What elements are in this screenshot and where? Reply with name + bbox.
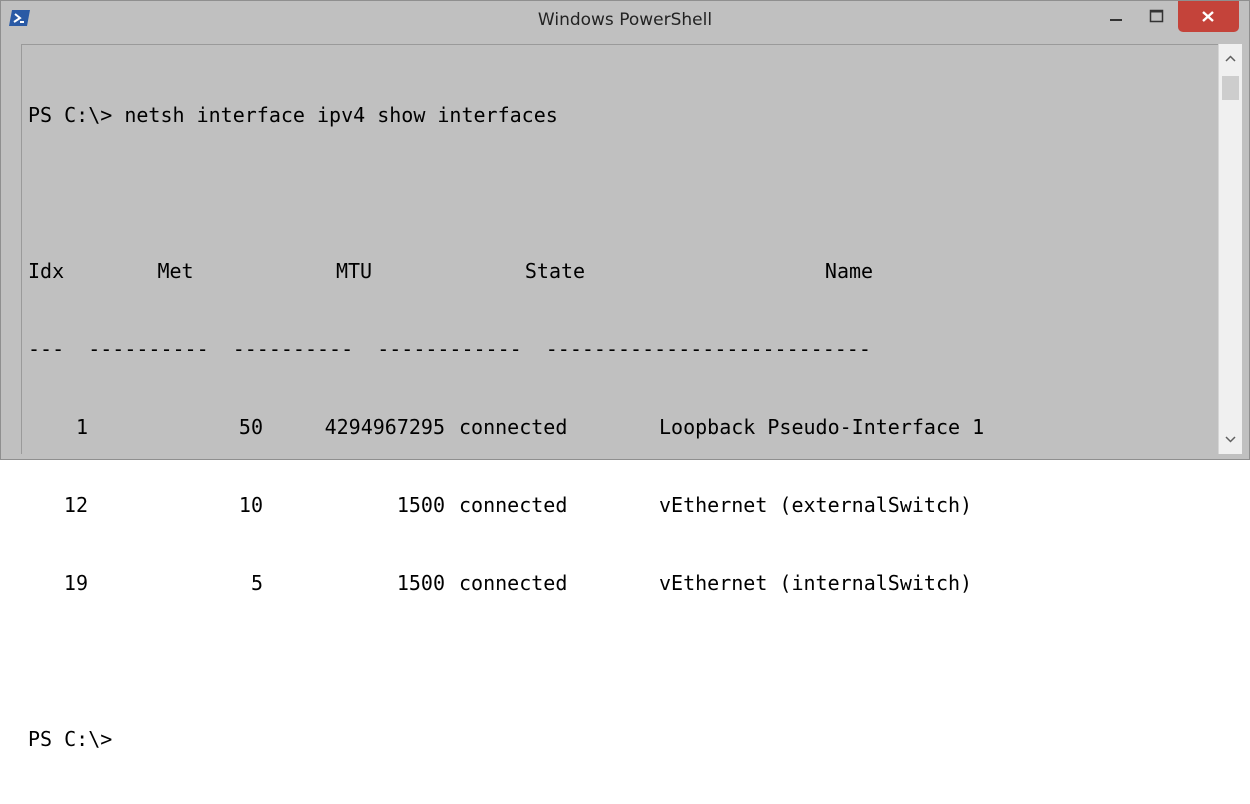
table-row: 1 50 4294967295 connected Loopback Pseudo-In… <box>28 414 1039 440</box>
table-separator: --- ---------- ---------- ------------ -… <box>28 337 871 361</box>
row-met: 10 <box>238 493 263 517</box>
row-state: connected <box>459 415 568 439</box>
row-mtu: 1500 <box>396 493 445 517</box>
header-met: Met <box>157 259 194 283</box>
scroll-up-button[interactable] <box>1219 44 1242 72</box>
powershell-window: Windows PowerShell PS C:\> netsh interfa… <box>0 0 1250 751</box>
console-output[interactable]: PS C:\> netsh interface ipv4 show interf… <box>21 44 1218 751</box>
row-state: connected <box>459 493 568 517</box>
row-name: Loopback Pseudo-Interface 1 <box>659 415 985 439</box>
row-idx: 1 <box>75 415 88 439</box>
title-bar[interactable]: Windows PowerShell <box>1 1 1249 39</box>
prompt-line[interactable]: PS C:\> <box>28 726 1039 752</box>
header-idx: Idx <box>28 259 65 283</box>
close-button[interactable] <box>1178 1 1239 32</box>
row-mtu: 1500 <box>396 571 445 595</box>
minimize-icon <box>1110 19 1122 21</box>
row-met: 50 <box>238 415 263 439</box>
window-title: Windows PowerShell <box>537 10 713 30</box>
header-mtu: MTU <box>335 259 373 283</box>
table-row: 12 10 1500 connected vEthernet (externalSwit… <box>28 492 1039 518</box>
row-state: connected <box>459 571 568 595</box>
scroll-down-button[interactable] <box>1219 426 1242 454</box>
row-idx: 12 <box>63 493 88 517</box>
chevron-down-icon <box>1225 436 1236 443</box>
table-header: Idx Met MTU State Name <box>28 258 1039 284</box>
row-name: vEthernet (externalSwitch) <box>659 493 973 517</box>
maximize-icon <box>1149 9 1164 23</box>
row-name: vEthernet (internalSwitch) <box>659 571 973 595</box>
minimize-button[interactable] <box>1096 1 1136 31</box>
maximize-button[interactable] <box>1137 1 1175 31</box>
scroll-thumb[interactable] <box>1222 76 1239 100</box>
row-mtu: 4294967295 <box>324 415 445 439</box>
header-name: Name <box>824 259 874 283</box>
row-idx: 19 <box>63 571 88 595</box>
console-text: PS C:\> netsh interface ipv4 show interf… <box>28 50 1039 804</box>
command-line: PS C:\> netsh interface ipv4 show interf… <box>28 103 558 127</box>
vertical-scrollbar[interactable] <box>1218 44 1242 454</box>
row-met: 5 <box>250 571 263 595</box>
chevron-up-icon <box>1225 55 1236 62</box>
close-icon <box>1202 11 1214 22</box>
table-row: 19 5 1500 connected vEthernet (internalSwitc… <box>28 570 1039 596</box>
header-state: State <box>524 259 586 283</box>
